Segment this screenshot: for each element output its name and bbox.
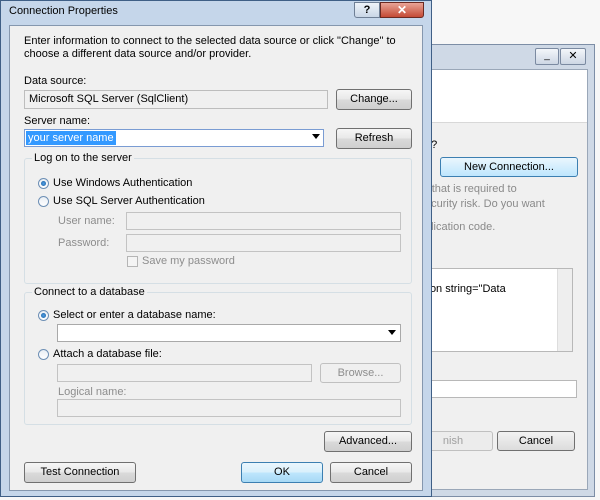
background-text-line-2: ecurity risk. Do you want xyxy=(425,198,545,210)
background-input-field[interactable] xyxy=(415,380,577,398)
windows-auth-label[interactable]: Use Windows Authentication xyxy=(53,177,192,189)
test-connection-button[interactable]: Test Connection xyxy=(24,462,136,483)
logical-name-label: Logical name: xyxy=(58,386,127,398)
cancel-button[interactable]: Cancel xyxy=(330,462,412,483)
password-label: Password: xyxy=(58,237,110,249)
sql-auth-label[interactable]: Use SQL Server Authentication xyxy=(53,195,205,207)
user-name-label: User name: xyxy=(58,215,115,227)
data-source-field: Microsoft SQL Server (SqlClient) xyxy=(24,90,328,109)
dialog-body: Enter information to connect to the sele… xyxy=(9,25,423,491)
select-database-radio[interactable] xyxy=(38,310,49,321)
save-password-checkbox xyxy=(127,256,138,267)
attach-database-label[interactable]: Attach a database file: xyxy=(53,348,162,360)
connection-string-text: sion string="Data xyxy=(422,283,506,295)
attach-file-input xyxy=(57,364,312,382)
background-window: _ ✕ e? New Connection... ) that is requi… xyxy=(405,44,595,497)
background-header-area xyxy=(415,70,587,123)
sql-auth-radio[interactable] xyxy=(38,196,49,207)
windows-auth-radio[interactable] xyxy=(38,178,49,189)
logical-name-input xyxy=(57,399,401,417)
close-button[interactable]: ✕ xyxy=(380,2,424,18)
dialog-title: Connection Properties xyxy=(9,5,118,17)
select-database-label[interactable]: Select or enter a database name: xyxy=(53,309,216,321)
data-source-label: Data source: xyxy=(24,75,87,87)
change-button[interactable]: Change... xyxy=(336,89,412,110)
refresh-button[interactable]: Refresh xyxy=(336,128,412,149)
background-window-content: e? New Connection... ) that is required … xyxy=(414,69,588,490)
background-minimize-button[interactable]: _ xyxy=(535,48,559,65)
user-name-input xyxy=(126,212,401,230)
new-connection-button[interactable]: New Connection... xyxy=(440,157,578,177)
attach-database-radio[interactable] xyxy=(38,349,49,360)
database-group-title: Connect to a database xyxy=(32,286,147,298)
database-name-combo[interactable] xyxy=(57,324,401,342)
password-input xyxy=(126,234,401,252)
advanced-button[interactable]: Advanced... xyxy=(324,431,412,452)
connection-properties-dialog: Connection Properties ? ✕ Enter informat… xyxy=(0,0,432,497)
server-name-value: your server name xyxy=(26,131,116,145)
help-button[interactable]: ? xyxy=(354,2,380,18)
background-text-line-1: ) that is required to xyxy=(425,183,517,195)
browse-button: Browse... xyxy=(320,363,401,383)
connection-string-box[interactable]: sion string="Data xyxy=(415,268,573,352)
server-name-label: Server name: xyxy=(24,115,91,127)
chevron-down-icon[interactable] xyxy=(388,330,396,335)
background-window-titlebar: _ ✕ xyxy=(406,45,594,69)
connection-string-scrollbar[interactable] xyxy=(557,269,572,351)
server-name-combo[interactable]: your server name xyxy=(24,129,324,147)
logon-group-title: Log on to the server xyxy=(32,152,134,164)
background-cancel-button[interactable]: Cancel xyxy=(497,431,575,451)
save-password-label: Save my password xyxy=(142,255,235,267)
ok-button[interactable]: OK xyxy=(241,462,323,483)
intro-text: Enter information to connect to the sele… xyxy=(24,35,396,60)
chevron-down-icon[interactable] xyxy=(312,134,320,139)
background-close-button[interactable]: ✕ xyxy=(560,48,586,65)
background-text-line-3: plication code. xyxy=(425,221,496,233)
